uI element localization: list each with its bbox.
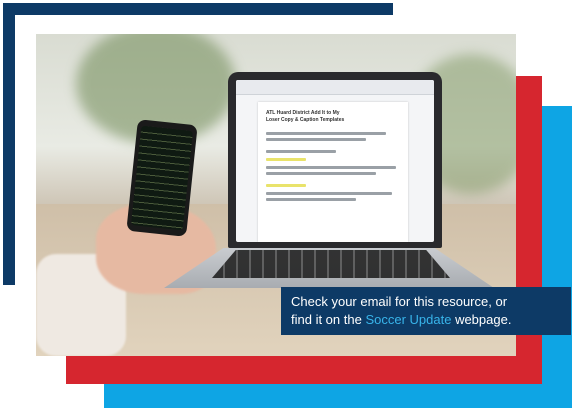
document-page: ATL Huard District Add It to My Loser Co… xyxy=(258,102,408,242)
caption-line1: Check your email for this resource, or xyxy=(291,294,508,309)
caption-line2-suffix: webpage. xyxy=(451,312,512,327)
caption-line2-prefix: find it on the xyxy=(291,312,366,327)
resource-caption: Check your email for this resource, or f… xyxy=(281,287,571,335)
text-line xyxy=(266,138,366,141)
text-line xyxy=(266,172,376,175)
editor-toolbar xyxy=(236,80,434,95)
document-title-line2: Loser Copy & Caption Templates xyxy=(266,117,345,123)
highlighted-text xyxy=(266,158,306,161)
laptop-keyboard xyxy=(212,250,450,278)
text-line xyxy=(266,150,336,153)
text-line xyxy=(266,198,356,201)
laptop-screen: ATL Huard District Add It to My Loser Co… xyxy=(228,72,442,248)
document-title-line1: ATL Huard District Add It to My xyxy=(266,110,340,116)
caption-line2: find it on the Soccer Update webpage. xyxy=(291,311,561,329)
phone-screen xyxy=(130,125,194,231)
text-line xyxy=(266,192,392,195)
document-title: ATL Huard District Add It to My Loser Co… xyxy=(266,110,344,124)
soccer-update-link[interactable]: Soccer Update xyxy=(365,312,451,327)
smartphone xyxy=(126,119,198,237)
highlighted-text xyxy=(266,184,306,187)
doc-editor-window: ATL Huard District Add It to My Loser Co… xyxy=(236,80,434,242)
text-line xyxy=(266,166,396,169)
text-line xyxy=(266,132,386,135)
